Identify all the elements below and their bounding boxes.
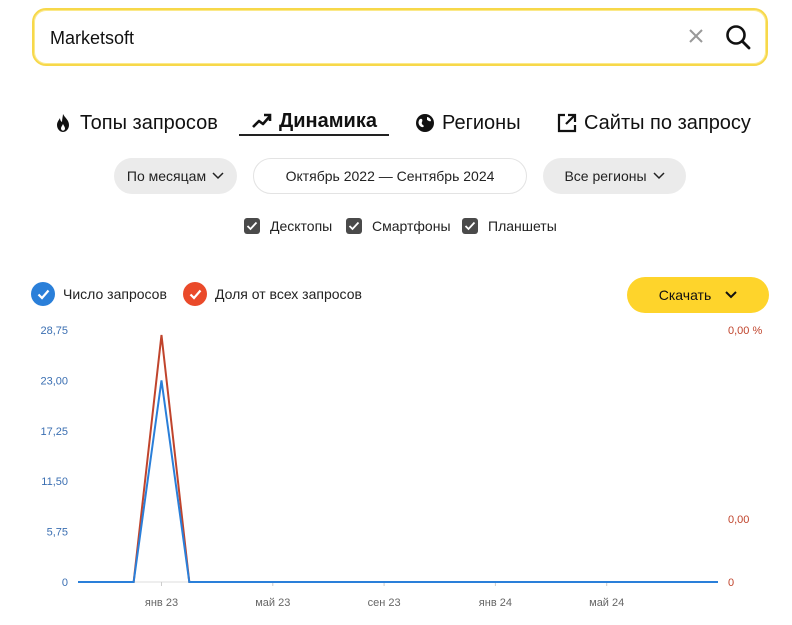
series-query-count-line — [78, 380, 718, 583]
download-label: Скачать — [658, 287, 712, 303]
checkbox-tablets-label: Планшеты — [488, 218, 557, 234]
search-icon[interactable] — [724, 23, 752, 51]
y-axis-left-tick: 17,25 — [40, 426, 68, 438]
trend-up-icon — [252, 113, 272, 128]
y-axis-right-tick: 0 — [728, 577, 734, 589]
y-axis-left-tick: 0 — [62, 577, 68, 589]
chevron-down-icon — [725, 291, 737, 299]
checkbox-smartphones-label: Смартфоны — [372, 218, 451, 234]
checkbox-checked-icon — [244, 218, 260, 234]
y-axis-right-tick: 0,00 — [728, 514, 749, 526]
legend-share[interactable]: Доля от всех запросов — [183, 282, 362, 306]
legend-query-count-label: Число запросов — [63, 286, 167, 302]
tab-regions-label: Регионы — [442, 111, 521, 134]
x-axis-tick: сен 23 — [368, 597, 401, 609]
date-range-label: Октябрь 2022 — Сентябрь 2024 — [285, 168, 495, 184]
page-root: Marketsoft Топы запросов Динамика Регион… — [0, 0, 792, 625]
x-axis-tick: янв 23 — [145, 597, 178, 609]
check-icon — [31, 282, 55, 306]
x-axis-tick: май 24 — [589, 597, 624, 609]
check-icon — [183, 282, 207, 306]
y-axis-left-tick: 11,50 — [41, 476, 68, 488]
tab-regions[interactable]: Регионы — [414, 108, 521, 138]
tab-sites-label: Сайты по запросу — [584, 111, 751, 134]
tabs-bar: Топы запросов Динамика Регионы Сайты по … — [0, 108, 792, 140]
checkbox-checked-icon — [346, 218, 362, 234]
globe-icon — [416, 114, 434, 132]
external-link-icon — [557, 113, 577, 133]
region-label: Все регионы — [564, 168, 647, 184]
tab-dynamics-label: Динамика — [279, 109, 377, 132]
y-axis-left-tick: 28,75 — [40, 325, 68, 337]
region-dropdown[interactable]: Все регионы — [543, 158, 686, 194]
x-axis-tick: май 23 — [255, 597, 290, 609]
download-button[interactable]: Скачать — [627, 277, 769, 313]
series-share-line — [78, 334, 718, 583]
checkbox-tablets[interactable]: Планшеты — [462, 218, 557, 234]
legend-share-label: Доля от всех запросов — [215, 286, 362, 302]
x-axis-tick: янв 24 — [479, 597, 512, 609]
tab-sites[interactable]: Сайты по запросу — [556, 108, 751, 138]
tab-top-queries[interactable]: Топы запросов — [52, 108, 218, 138]
line-chart: 0 5,75 11,50 17,25 23,00 28,75 0 0,00 0,00 % янв … — [40, 325, 762, 609]
search-bar[interactable]: Marketsoft — [32, 8, 768, 66]
legend-query-count[interactable]: Число запросов — [31, 282, 167, 306]
date-range-picker[interactable]: Октябрь 2022 — Сентябрь 2024 — [253, 158, 527, 194]
checkbox-checked-icon — [462, 218, 478, 234]
period-label: По месяцам — [126, 168, 207, 184]
y-axis-left-tick: 23,00 — [40, 375, 68, 387]
checkbox-desktops-label: Десктопы — [270, 218, 333, 234]
chevron-down-icon — [212, 172, 224, 180]
tab-top-queries-label: Топы запросов — [80, 111, 218, 134]
y-axis-right-tick: 0,00 % — [728, 325, 762, 337]
chevron-down-icon — [653, 172, 665, 180]
device-filters: Десктопы Смартфоны Планшеты — [0, 218, 792, 238]
period-dropdown[interactable]: По месяцам — [114, 158, 237, 194]
checkbox-desktops[interactable]: Десктопы — [244, 218, 332, 234]
tab-dynamics[interactable]: Динамика — [239, 108, 389, 136]
y-axis-left-tick: 5,75 — [47, 527, 68, 539]
checkbox-smartphones[interactable]: Смартфоны — [346, 218, 451, 234]
close-icon[interactable] — [686, 26, 706, 46]
fire-icon — [57, 114, 69, 132]
search-input[interactable]: Marketsoft — [50, 28, 134, 49]
